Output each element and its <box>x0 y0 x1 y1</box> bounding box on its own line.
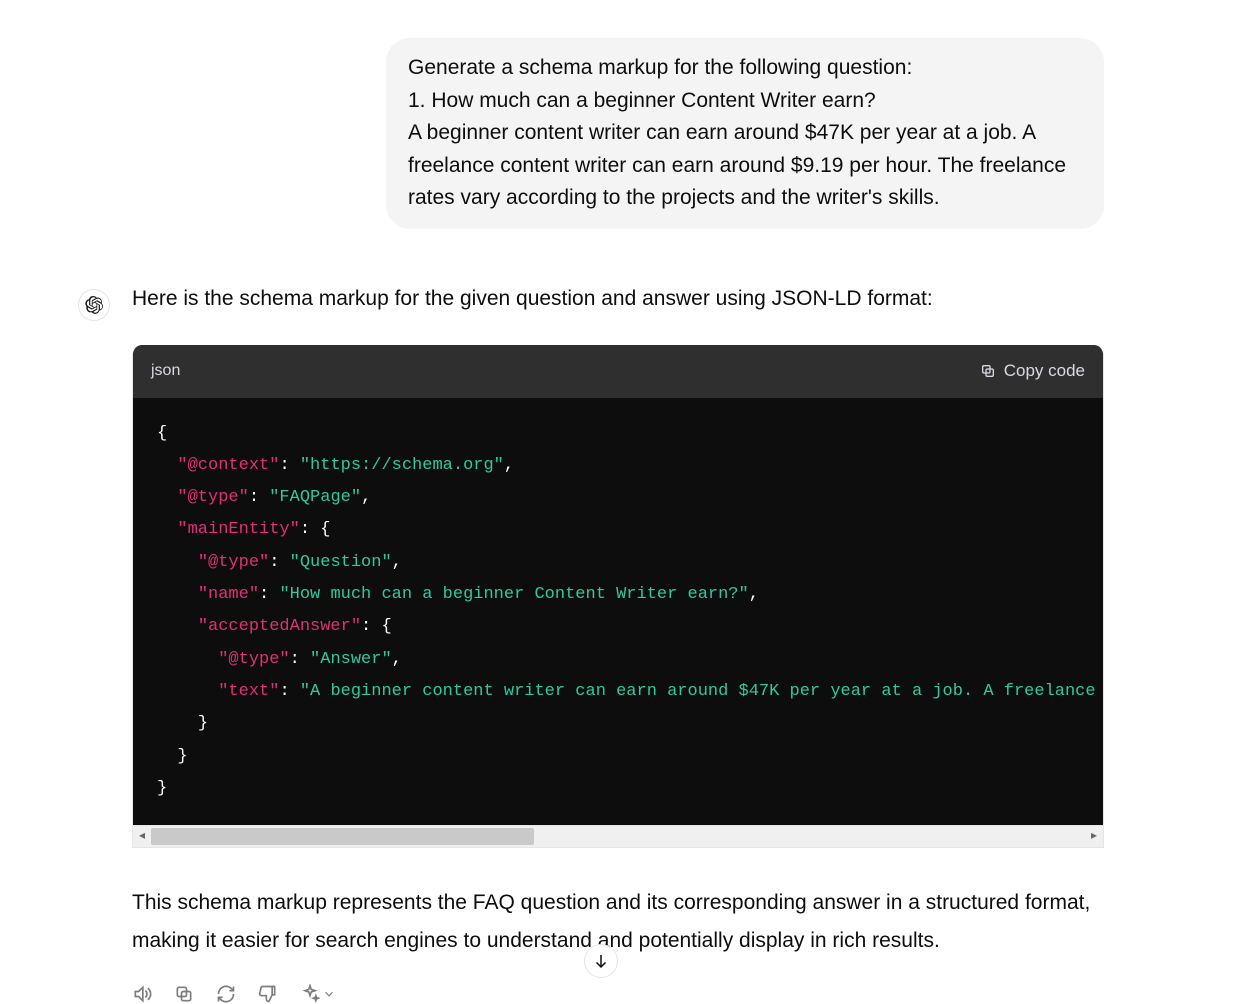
copy-code-button[interactable]: Copy code <box>980 355 1085 387</box>
code-token: "FAQPage" <box>269 488 361 507</box>
code-token: : <box>290 650 310 669</box>
code-token: } <box>177 747 187 766</box>
sparkle-icon <box>300 984 320 1004</box>
assistant-outro-text: This schema markup represents the FAQ qu… <box>132 884 1104 960</box>
code-token: : <box>361 617 381 636</box>
code-token: : <box>259 585 279 604</box>
code-token: , <box>392 650 402 669</box>
assistant-message-row: Here is the schema markup for the given … <box>0 283 1240 1004</box>
user-message-row: Generate a schema markup for the followi… <box>0 38 1240 229</box>
thumbs-down-icon[interactable] <box>258 984 278 1004</box>
code-language-label: json <box>151 356 180 386</box>
scrollbar-track[interactable] <box>151 826 1085 847</box>
code-token: : <box>279 682 299 701</box>
code-token: "@context" <box>177 456 279 475</box>
user-text-line: A beginner content writer can earn aroun… <box>408 117 1082 215</box>
code-token: : <box>300 520 320 539</box>
code-token: , <box>392 553 402 572</box>
code-token: "A beginner content writer can earn arou… <box>300 682 1103 701</box>
code-token: "Question" <box>290 553 392 572</box>
scrollbar-thumb[interactable] <box>151 828 534 845</box>
arrow-down-icon <box>592 952 610 970</box>
code-token: "@type" <box>218 650 289 669</box>
code-token: { <box>381 617 391 636</box>
scrollbar-left-arrow-icon[interactable]: ◂ <box>133 826 151 847</box>
code-header: json Copy code <box>133 345 1103 397</box>
code-token: "@type" <box>198 553 269 572</box>
user-text-line: Generate a schema markup for the followi… <box>408 52 1082 85</box>
code-token: : <box>279 456 299 475</box>
openai-logo-icon <box>85 296 103 314</box>
copy-code-label: Copy code <box>1004 355 1085 387</box>
code-token: : <box>269 553 289 572</box>
regenerate-icon[interactable] <box>216 984 236 1004</box>
assistant-content: Here is the schema markup for the given … <box>132 283 1104 1004</box>
scrollbar-right-arrow-icon[interactable]: ▸ <box>1085 826 1103 847</box>
copy-icon[interactable] <box>174 984 194 1004</box>
code-token: { <box>157 424 167 443</box>
code-token: "acceptedAnswer" <box>198 617 361 636</box>
code-token: "text" <box>218 682 279 701</box>
code-token: { <box>320 520 330 539</box>
code-token: : <box>249 488 269 507</box>
model-selector-button[interactable] <box>300 984 336 1004</box>
code-token: "name" <box>198 585 259 604</box>
message-action-row <box>132 984 1104 1004</box>
code-block: json Copy code { "@context": "https://sc… <box>132 345 1104 848</box>
code-token: "https://schema.org" <box>300 456 504 475</box>
code-token: "Answer" <box>310 650 392 669</box>
code-token: } <box>157 779 167 798</box>
horizontal-scrollbar[interactable]: ◂ ▸ <box>133 825 1103 847</box>
scroll-to-bottom-button[interactable] <box>584 944 618 978</box>
user-text-line: 1. How much can a beginner Content Write… <box>408 85 1082 118</box>
code-token: } <box>198 714 208 733</box>
code-token: "How much can a beginner Content Writer … <box>279 585 748 604</box>
assistant-intro-text: Here is the schema markup for the given … <box>132 283 1104 316</box>
code-token: , <box>504 456 514 475</box>
assistant-avatar <box>78 289 110 321</box>
user-message-bubble: Generate a schema markup for the followi… <box>386 38 1104 229</box>
code-body-scroll[interactable]: { "@context": "https://schema.org", "@ty… <box>133 398 1103 826</box>
code-token: , <box>361 488 371 507</box>
copy-icon <box>980 363 996 379</box>
code-token: "@type" <box>177 488 248 507</box>
code-body: { "@context": "https://schema.org", "@ty… <box>133 398 1103 826</box>
code-token: "mainEntity" <box>177 520 299 539</box>
read-aloud-icon[interactable] <box>132 984 152 1004</box>
chevron-down-icon <box>322 987 336 1001</box>
code-token: , <box>749 585 759 604</box>
